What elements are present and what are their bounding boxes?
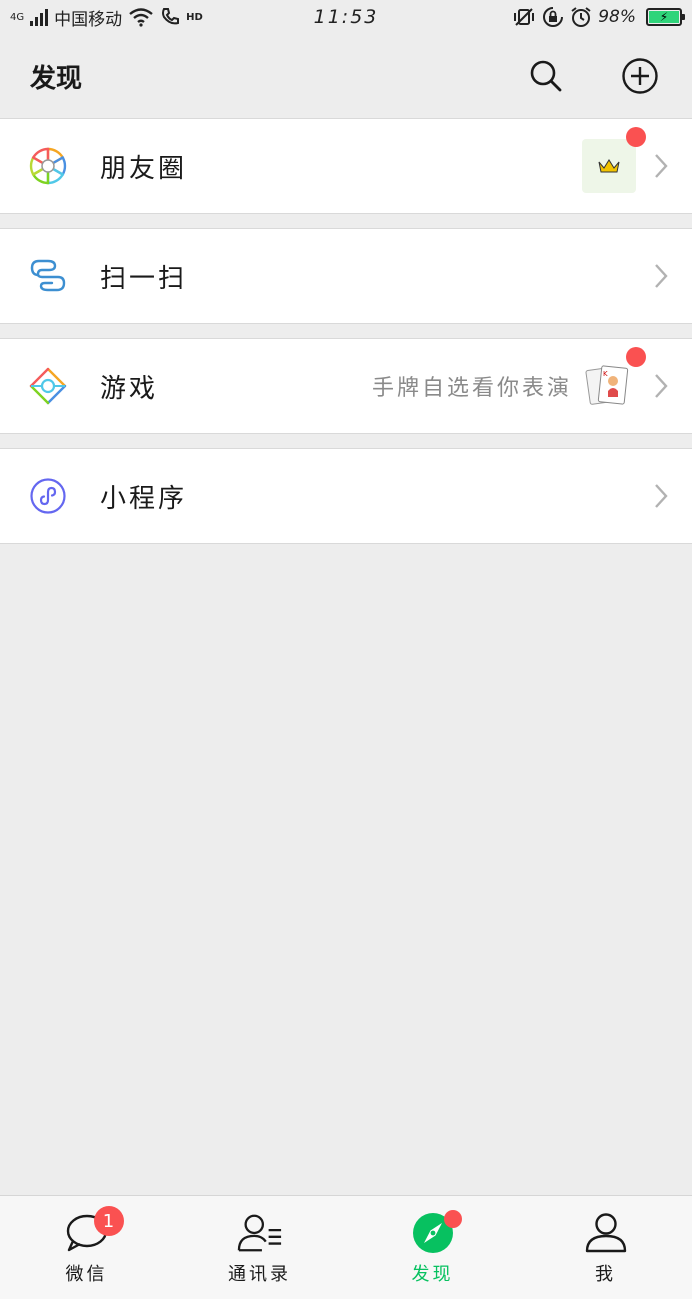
search-button[interactable] bbox=[524, 54, 568, 98]
plus-circle-icon bbox=[622, 58, 658, 94]
games-thumbnail[interactable]: K bbox=[582, 347, 646, 413]
chat-bubble-icon: 1 bbox=[64, 1206, 124, 1256]
header: 发现 bbox=[0, 34, 692, 118]
cell-mini-programs[interactable]: 小程序 bbox=[0, 448, 692, 544]
search-icon bbox=[530, 60, 562, 92]
rotation-lock-icon bbox=[543, 7, 564, 27]
carrier-name: 中国移动 bbox=[54, 9, 123, 30]
chevron-right-icon bbox=[655, 484, 668, 508]
add-button[interactable] bbox=[618, 54, 662, 98]
tab-label: 我 bbox=[595, 1264, 616, 1285]
tab-label: 微信 bbox=[65, 1264, 108, 1285]
network-type: 4G bbox=[10, 11, 25, 23]
mini-program-icon bbox=[28, 476, 68, 516]
tab-label: 通讯录 bbox=[228, 1264, 291, 1285]
notification-dot bbox=[626, 127, 646, 147]
chevron-right-icon bbox=[655, 154, 668, 178]
status-left: 4G 中国移动 HD bbox=[10, 5, 203, 30]
cell-scan[interactable]: 扫一扫 bbox=[0, 228, 692, 324]
notification-dot bbox=[443, 1210, 462, 1228]
battery-percent: 98% bbox=[598, 7, 636, 27]
tab-contacts[interactable]: 通讯录 bbox=[173, 1196, 346, 1299]
svg-text:K: K bbox=[603, 370, 608, 378]
cell-label: 朋友圈 bbox=[100, 153, 188, 184]
cell-extra bbox=[582, 127, 646, 193]
chevron-right-icon bbox=[655, 264, 668, 288]
moments-icon bbox=[28, 146, 68, 186]
compass-icon bbox=[410, 1210, 462, 1256]
games-icon bbox=[28, 366, 68, 406]
chevron-right-icon bbox=[655, 374, 668, 398]
discover-list: 朋友圈 扫一扫 游戏 手牌自选看你表演 K 小程序 bbox=[0, 118, 692, 544]
tab-bar: 1 微信 通讯录 发现 我 bbox=[0, 1195, 692, 1299]
wifi-icon bbox=[129, 8, 153, 27]
unread-badge: 1 bbox=[93, 1206, 124, 1236]
tab-label: 发现 bbox=[411, 1264, 454, 1285]
cell-games[interactable]: 游戏 手牌自选看你表演 K bbox=[0, 338, 692, 434]
moments-thumbnail[interactable] bbox=[582, 127, 646, 193]
scan-icon bbox=[28, 256, 68, 296]
cell-label: 扫一扫 bbox=[100, 263, 188, 294]
crown-icon bbox=[598, 159, 620, 173]
signal-icon bbox=[30, 8, 49, 26]
phone-call-icon bbox=[162, 8, 180, 25]
cell-label: 游戏 bbox=[100, 373, 159, 404]
status-bar: 4G 中国移动 HD 11:53 98% ⚡ bbox=[0, 0, 692, 34]
person-icon bbox=[583, 1210, 629, 1256]
vibrate-mute-icon bbox=[514, 8, 535, 26]
contacts-icon bbox=[237, 1210, 283, 1256]
cell-extra: 手牌自选看你表演 K bbox=[371, 347, 646, 413]
hd-label: HD bbox=[186, 11, 203, 23]
cell-moments[interactable]: 朋友圈 bbox=[0, 118, 692, 214]
tab-me[interactable]: 我 bbox=[519, 1196, 692, 1299]
playing-cards-icon: K bbox=[585, 365, 629, 405]
tab-discover[interactable]: 发现 bbox=[346, 1196, 519, 1299]
notification-dot bbox=[626, 347, 646, 367]
games-subtitle: 手牌自选看你表演 bbox=[371, 376, 572, 401]
page-title: 发现 bbox=[30, 63, 83, 94]
tab-chats[interactable]: 1 微信 bbox=[0, 1196, 173, 1299]
status-right: 98% ⚡ bbox=[512, 6, 685, 28]
alarm-icon bbox=[571, 7, 591, 27]
cell-label: 小程序 bbox=[100, 483, 188, 514]
battery-icon: ⚡ bbox=[646, 8, 685, 26]
